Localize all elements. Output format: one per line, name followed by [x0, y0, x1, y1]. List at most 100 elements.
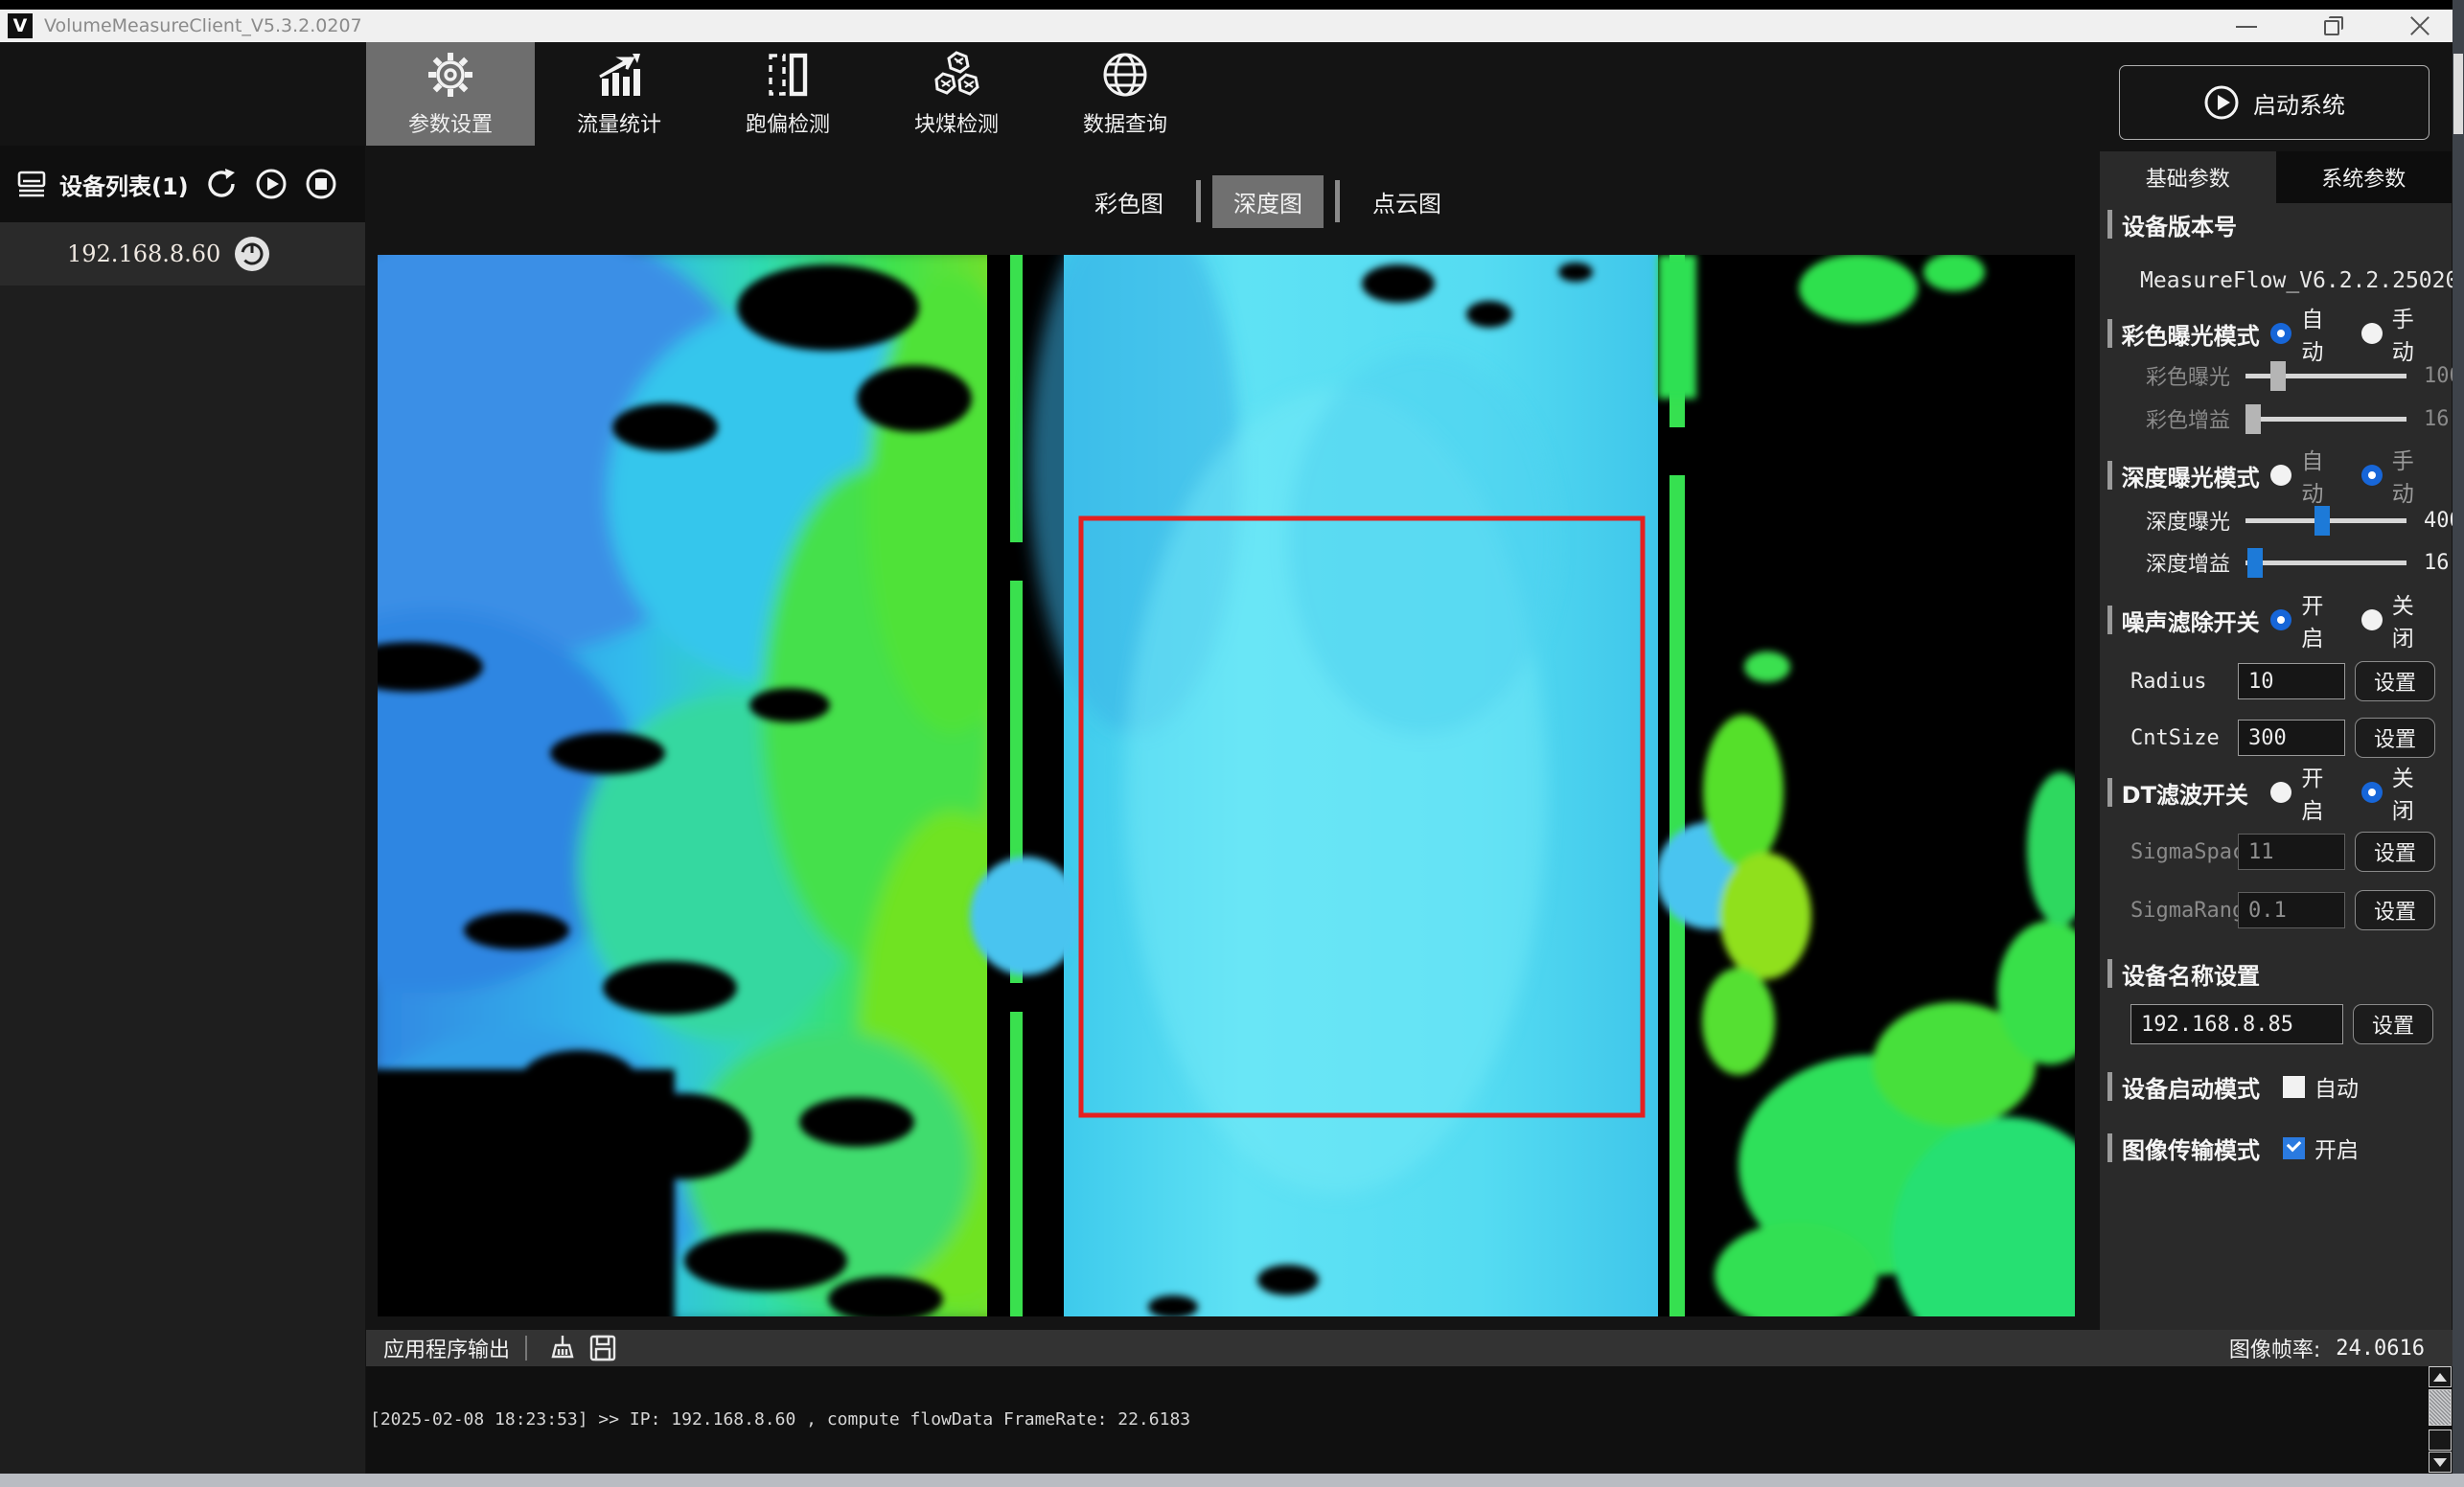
radio-icon	[2270, 609, 2291, 630]
scroll-page-box[interactable]	[2429, 1430, 2452, 1451]
noise-filter-off-radio[interactable]: 关闭	[2361, 587, 2430, 652]
section-dt-filter: DT滤波开关 开启 关闭	[2107, 775, 2452, 810]
minimize-button[interactable]	[2228, 11, 2267, 40]
depth-gain-slider-row: 深度增益 16	[2100, 547, 2450, 578]
color-exposure-slider[interactable]	[2245, 374, 2406, 378]
slider-handle[interactable]	[2314, 506, 2330, 536]
scroll-up-button[interactable]	[2429, 1366, 2452, 1387]
frame-rate: 图像帧率: 24.0616	[2229, 1330, 2425, 1366]
tab-data-query[interactable]: 数据查询	[1041, 42, 1209, 146]
color-gain-slider[interactable]	[2245, 417, 2406, 422]
tab-basic-params[interactable]: 基础参数	[2100, 151, 2276, 203]
slider-handle[interactable]	[2270, 361, 2286, 391]
log-header: 应用程序输出 图像帧率: 24.0616	[366, 1330, 2453, 1366]
device-power-button[interactable]	[235, 237, 269, 271]
sigmarange-input[interactable]	[2238, 892, 2345, 928]
device-version-value: MeasureFlow_V6.2.2.250207	[2140, 268, 2439, 293]
cntsize-row: CntSize 设置	[2100, 718, 2435, 758]
minimize-icon	[2236, 26, 2257, 28]
play-all-icon[interactable]	[254, 167, 288, 201]
tab-lump-coal-detect[interactable]: 块煤检测	[872, 42, 1041, 146]
tab-flow-statistics[interactable]: 流量统计	[535, 42, 703, 146]
slider-handle[interactable]	[2245, 404, 2261, 434]
parameter-panel-tabs: 基础参数 系统参数	[2100, 151, 2452, 203]
tab-point-cloud[interactable]: 点云图	[1351, 175, 1462, 228]
section-depth-exposure: 深度曝光模式 自动 手动	[2107, 458, 2452, 492]
sigmaspace-row: SigmaSpace 设置	[2100, 832, 2435, 872]
cntsize-set-button[interactable]: 设置	[2355, 718, 2435, 758]
tab-separator	[1335, 180, 1340, 222]
sigmarange-row: SigmaRange 设置	[2100, 890, 2435, 930]
depth-image-viewport	[378, 255, 2075, 1316]
color-exposure-manual-radio[interactable]: 手动	[2361, 301, 2430, 366]
tab-depth-image[interactable]: 深度图	[1212, 175, 1324, 228]
dt-filter-on-radio[interactable]: 开启	[2270, 760, 2339, 825]
color-exposure-slider-row: 彩色曝光 100	[2100, 360, 2462, 391]
window-scroll-thumb[interactable]	[2453, 54, 2463, 134]
sigmaspace-set-button[interactable]: 设置	[2355, 832, 2435, 872]
scroll-down-button[interactable]	[2429, 1452, 2452, 1473]
depth-exposure-slider[interactable]	[2245, 518, 2406, 523]
color-gain-value: 16	[2424, 407, 2450, 431]
coal-lumps-icon	[932, 50, 981, 100]
taskbar-edge	[0, 1474, 2464, 1487]
titlebar: V VolumeMeasureClient_V5.3.2.0207	[0, 10, 2464, 42]
radius-input[interactable]	[2238, 663, 2345, 699]
stop-all-icon[interactable]	[304, 167, 338, 201]
depth-exposure-auto-radio[interactable]: 自动	[2270, 443, 2339, 508]
tab-color-image[interactable]: 彩色图	[1073, 175, 1185, 228]
tab-param-settings[interactable]: 参数设置	[366, 42, 535, 146]
dt-filter-off-radio[interactable]: 关闭	[2361, 760, 2430, 825]
section-color-exposure: 彩色曝光模式 自动 手动	[2107, 316, 2452, 351]
close-button[interactable]	[2401, 11, 2439, 40]
window-scrollbar[interactable]	[2452, 0, 2464, 1474]
power-icon	[240, 241, 265, 266]
tab-label: 块煤检测	[914, 107, 999, 138]
log-scrollbar[interactable]	[2429, 1366, 2452, 1472]
sigmarange-set-button[interactable]: 设置	[2355, 890, 2435, 930]
device-name-set-button[interactable]: 设置	[2353, 1004, 2433, 1044]
start-mode-auto-checkbox[interactable]: 自动	[2283, 1070, 2359, 1103]
start-system-label: 启动系统	[2253, 86, 2345, 120]
app-window: V VolumeMeasureClient_V5.3.2.0207	[0, 0, 2464, 1487]
device-name-input[interactable]	[2130, 1004, 2343, 1044]
sigmaspace-input[interactable]	[2238, 834, 2345, 870]
restore-button[interactable]	[2314, 11, 2353, 40]
color-exposure-auto-radio[interactable]: 自动	[2270, 301, 2339, 366]
log-output[interactable]: [2025-02-08 18:23:53] >> IP: 192.168.8.6…	[370, 1368, 2421, 1471]
device-ip: 192.168.8.60	[67, 240, 220, 267]
arrow-down-icon	[2433, 1458, 2447, 1467]
device-row[interactable]: 192.168.8.60	[0, 222, 365, 286]
radio-icon	[2270, 323, 2291, 344]
radio-icon	[2270, 465, 2291, 486]
window-controls	[2228, 10, 2439, 42]
radio-icon	[2361, 782, 2383, 803]
section-noise-filter: 噪声滤除开关 开启 关闭	[2107, 603, 2452, 637]
clear-broom-icon[interactable]	[548, 1334, 577, 1362]
device-list-icon	[15, 170, 48, 198]
deviation-rects-icon	[763, 50, 813, 100]
tab-label: 跑偏检测	[746, 107, 830, 138]
device-sidebar: 设备列表(1) 192.168.8.60	[0, 146, 365, 1474]
cntsize-input[interactable]	[2238, 720, 2345, 756]
radio-icon	[2361, 465, 2383, 486]
scroll-thumb[interactable]	[2429, 1389, 2452, 1426]
start-system-button[interactable]: 启动系统	[2119, 65, 2429, 140]
tab-label: 数据查询	[1083, 107, 1167, 138]
noise-filter-on-radio[interactable]: 开启	[2270, 587, 2339, 652]
parameter-panel: 基础参数 系统参数 设备版本号 MeasureFlow_V6.2.2.25020…	[2100, 151, 2452, 1330]
log-title: 应用程序输出	[383, 1333, 510, 1363]
gear-icon	[426, 50, 475, 100]
window-title: VolumeMeasureClient_V5.3.2.0207	[44, 15, 362, 36]
depth-exposure-slider-row: 深度曝光 400	[2100, 505, 2462, 536]
tab-deviation-detect[interactable]: 跑偏检测	[703, 42, 872, 146]
depth-exposure-manual-radio[interactable]: 手动	[2361, 443, 2430, 508]
save-floppy-icon[interactable]	[588, 1334, 617, 1362]
depth-gain-slider[interactable]	[2245, 560, 2406, 565]
transfer-mode-on-checkbox[interactable]: 开启	[2283, 1132, 2359, 1164]
slider-handle[interactable]	[2247, 548, 2263, 578]
refresh-icon[interactable]	[204, 167, 239, 201]
tab-system-params[interactable]: 系统参数	[2276, 151, 2452, 203]
frame-rate-value: 24.0616	[2336, 1337, 2425, 1361]
radius-set-button[interactable]: 设置	[2355, 661, 2435, 701]
